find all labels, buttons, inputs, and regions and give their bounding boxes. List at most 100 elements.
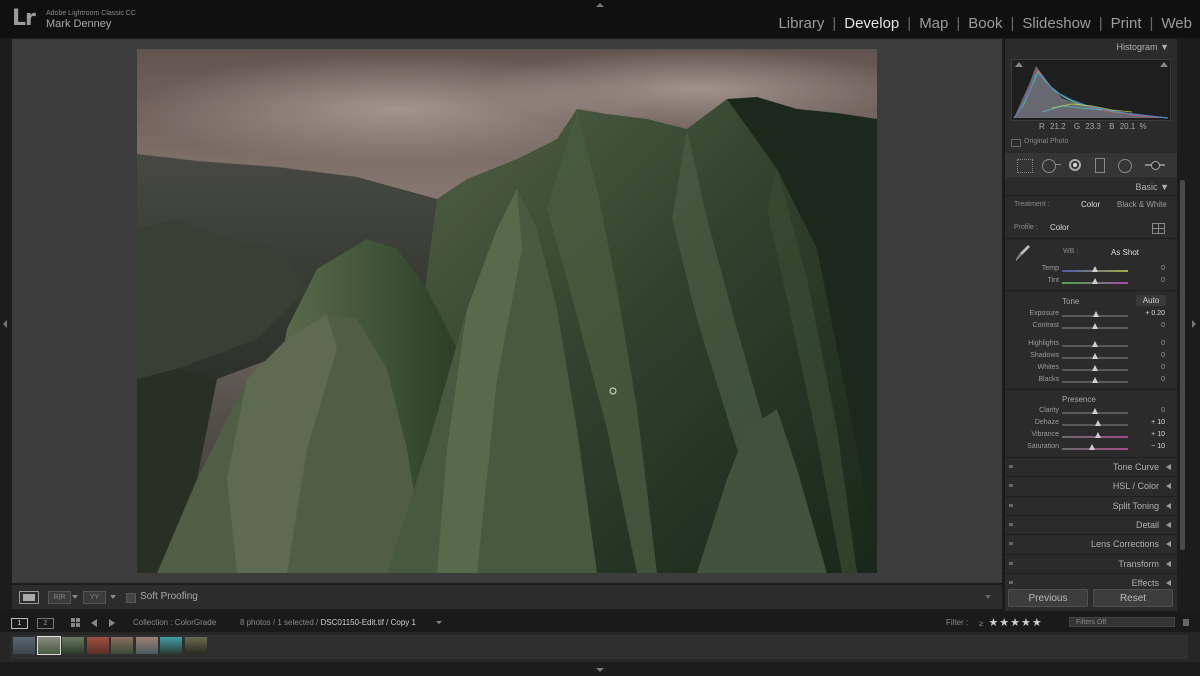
- slider-temp[interactable]: Temp 0: [1005, 265, 1177, 277]
- panel-toggle-switch-icon[interactable]: [1009, 580, 1013, 584]
- slider-thumb[interactable]: [1092, 377, 1098, 383]
- next-photo-arrow-icon[interactable]: [109, 619, 115, 627]
- filmstrip-thumbnail[interactable]: [135, 637, 158, 654]
- slider-highlights[interactable]: Highlights 0: [1005, 340, 1177, 352]
- before-after-button[interactable]: R|R: [48, 591, 71, 604]
- filmstrip-thumbnail[interactable]: [13, 637, 35, 654]
- before-after-swap-button[interactable]: YY: [83, 591, 106, 604]
- slider-thumb[interactable]: [1092, 341, 1098, 347]
- collapse-top-panel-icon[interactable]: [596, 3, 604, 7]
- wb-dropdown[interactable]: As Shot: [1111, 248, 1139, 257]
- basic-panel-header[interactable]: Basic ▼: [1136, 182, 1169, 192]
- panel-toggle-switch-icon[interactable]: [1009, 484, 1013, 488]
- slider-value[interactable]: 0: [1161, 364, 1165, 371]
- original-photo-checkbox[interactable]: [1011, 139, 1021, 147]
- source-dropdown-chevron-icon[interactable]: [436, 621, 442, 624]
- slider-value[interactable]: + 0.20: [1145, 310, 1165, 317]
- treatment-bw-option[interactable]: Black & White: [1117, 200, 1167, 209]
- shadow-clipping-icon[interactable]: [1015, 62, 1023, 67]
- loupe-view-button[interactable]: [19, 591, 39, 604]
- panel-split-toning[interactable]: Split Toning: [1005, 495, 1177, 516]
- slider-value[interactable]: 0: [1161, 322, 1165, 329]
- slider-value[interactable]: − 10: [1151, 443, 1165, 450]
- slider-thumb[interactable]: [1088, 444, 1095, 450]
- slider-thumb[interactable]: [1093, 311, 1100, 317]
- slider-value[interactable]: 0: [1161, 340, 1165, 347]
- panel-toggle-switch-icon[interactable]: [1009, 503, 1013, 507]
- graduated-filter-icon[interactable]: [1095, 158, 1105, 173]
- slider-thumb[interactable]: [1092, 323, 1098, 329]
- slider-tint[interactable]: Tint 0: [1005, 277, 1177, 289]
- slider-value[interactable]: 0: [1161, 407, 1165, 414]
- slider-clarity[interactable]: Clarity 0: [1005, 407, 1177, 419]
- radial-filter-icon[interactable]: [1118, 159, 1132, 173]
- slider-value[interactable]: + 10: [1151, 431, 1165, 438]
- panel-hsl-color[interactable]: HSL / Color: [1005, 476, 1177, 496]
- slider-thumb[interactable]: [1092, 365, 1098, 371]
- collection-source-label[interactable]: Collection : ColorGrade: [133, 618, 216, 627]
- module-slideshow[interactable]: Slideshow: [1014, 15, 1098, 32]
- soft-proofing-checkbox[interactable]: [126, 593, 136, 603]
- slider-thumb[interactable]: [1092, 353, 1098, 359]
- slider-saturation[interactable]: Saturation − 10: [1005, 443, 1177, 455]
- collapse-right-panel-icon[interactable]: [1192, 320, 1196, 328]
- slider-thumb[interactable]: [1095, 432, 1102, 438]
- collapse-left-panel-icon[interactable]: [3, 320, 7, 328]
- rating-filter-stars[interactable]: ≥ ★★★★★: [979, 616, 1043, 629]
- slider-vibrance[interactable]: Vibrance + 10: [1005, 431, 1177, 443]
- previous-photo-arrow-icon[interactable]: [91, 619, 97, 627]
- slider-contrast[interactable]: Contrast 0: [1005, 322, 1177, 334]
- module-print[interactable]: Print: [1103, 15, 1150, 32]
- white-balance-eyedropper-icon[interactable]: [1015, 244, 1031, 262]
- previous-button[interactable]: Previous: [1008, 589, 1088, 607]
- filmstrip-thumbnail[interactable]: [111, 637, 133, 654]
- slider-track[interactable]: [1062, 448, 1128, 450]
- histogram-graph[interactable]: [1011, 59, 1171, 121]
- panel-lens-corrections[interactable]: Lens Corrections: [1005, 534, 1177, 554]
- auto-tone-button[interactable]: Auto: [1136, 295, 1166, 306]
- red-eye-icon[interactable]: [1069, 159, 1081, 171]
- filmstrip-thumbnail[interactable]: [36, 636, 61, 655]
- slider-thumb[interactable]: [1092, 408, 1098, 414]
- panel-toggle-switch-icon[interactable]: [1009, 561, 1013, 565]
- treatment-color-option[interactable]: Color: [1081, 200, 1100, 209]
- main-window-button[interactable]: 1: [11, 618, 28, 629]
- slider-thumb[interactable]: [1095, 420, 1102, 426]
- profile-browser-grid-icon[interactable]: [1152, 223, 1165, 234]
- slider-blacks[interactable]: Blacks 0: [1005, 376, 1177, 388]
- collapse-filmstrip-icon[interactable]: [596, 668, 604, 672]
- filter-preset-dropdown[interactable]: Filters Off: [1069, 617, 1175, 627]
- slider-thumb[interactable]: [1092, 266, 1098, 272]
- module-develop[interactable]: Develop: [836, 15, 907, 32]
- develop-preview-photo[interactable]: [137, 49, 877, 573]
- slider-shadows[interactable]: Shadows 0: [1005, 352, 1177, 364]
- module-web[interactable]: Web: [1153, 15, 1200, 32]
- filmstrip-thumbnail[interactable]: [62, 637, 84, 654]
- panel-toggle-switch-icon[interactable]: [1009, 542, 1013, 546]
- secondary-window-button[interactable]: 2: [37, 618, 54, 629]
- panel-tone-curve[interactable]: Tone Curve: [1005, 457, 1177, 477]
- module-library[interactable]: Library: [770, 15, 832, 32]
- slider-exposure[interactable]: Exposure + 0.20: [1005, 310, 1177, 322]
- filmstrip-thumbnail[interactable]: [86, 637, 109, 654]
- slider-thumb[interactable]: [1092, 278, 1098, 284]
- slider-value[interactable]: 0: [1161, 376, 1165, 383]
- slider-value[interactable]: 0: [1161, 265, 1165, 272]
- spot-removal-icon[interactable]: [1042, 159, 1056, 173]
- grid-view-icon[interactable]: [71, 618, 81, 628]
- panel-toggle-switch-icon[interactable]: [1009, 465, 1013, 468]
- histogram-header[interactable]: Histogram ▼: [1117, 42, 1169, 52]
- chevron-down-icon[interactable]: [110, 595, 116, 599]
- reset-button[interactable]: Reset: [1093, 589, 1173, 607]
- profile-dropdown[interactable]: Color: [1050, 223, 1069, 232]
- slider-value[interactable]: + 10: [1151, 419, 1165, 426]
- slider-dehaze[interactable]: Dehaze + 10: [1005, 419, 1177, 431]
- highlight-clipping-icon[interactable]: [1160, 62, 1168, 67]
- filmstrip-thumbnail[interactable]: [184, 637, 207, 654]
- filmstrip-thumbnail[interactable]: [160, 637, 182, 654]
- identity-plate-name[interactable]: Mark Denney: [46, 18, 111, 30]
- toolbar-options-chevron-icon[interactable]: [985, 595, 991, 599]
- slider-whites[interactable]: Whites 0: [1005, 364, 1177, 376]
- filter-lock-icon[interactable]: [1183, 619, 1189, 626]
- chevron-down-icon[interactable]: [72, 595, 78, 599]
